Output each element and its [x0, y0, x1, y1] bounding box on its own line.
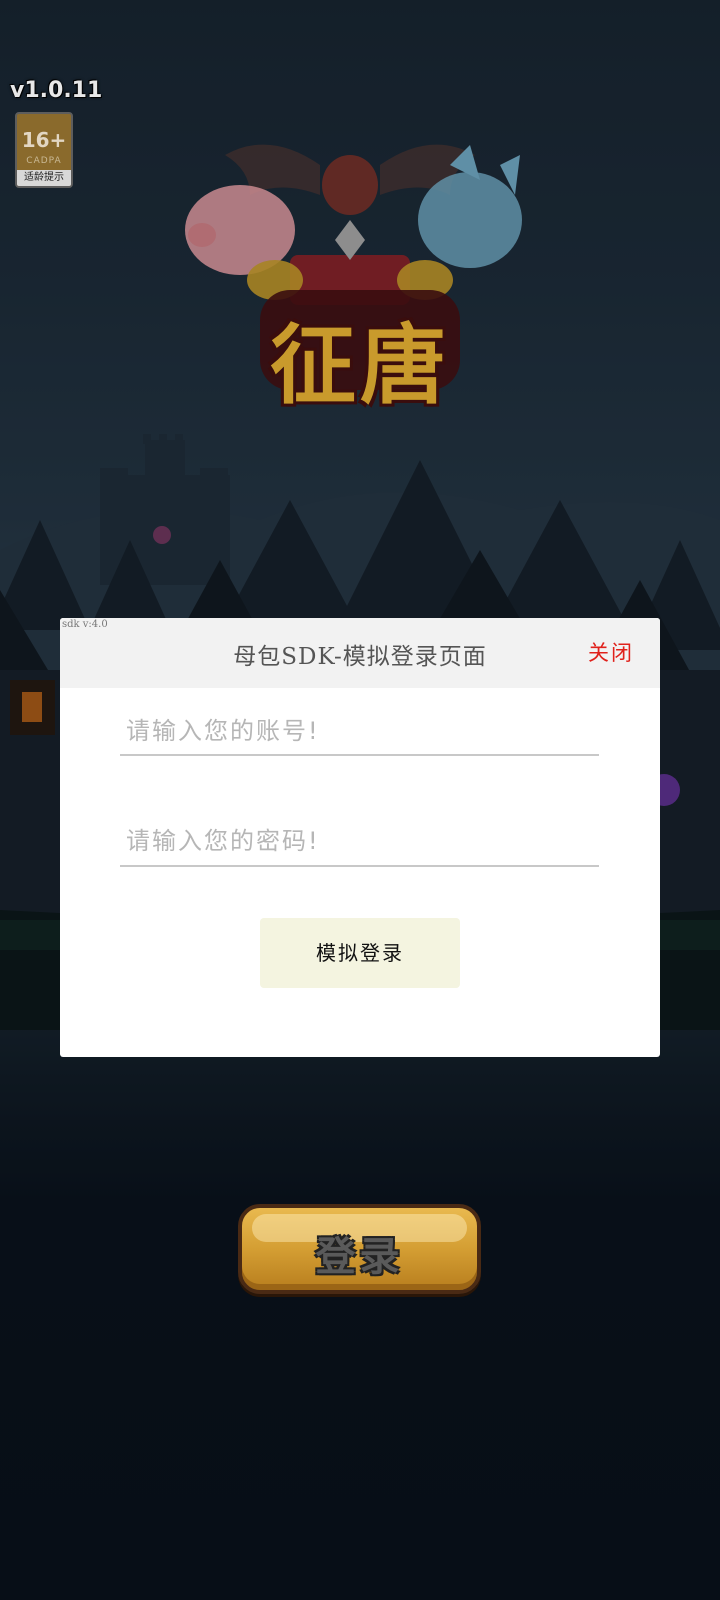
age-rating-number: 16+: [21, 128, 67, 152]
close-button[interactable]: 关闭: [588, 637, 634, 667]
game-logo: 征唐: [180, 125, 540, 416]
mock-login-button[interactable]: 模拟登录: [260, 918, 460, 988]
game-login-button-label: 登录: [315, 1234, 404, 1280]
sdk-version-label: sdk v:4.0: [62, 619, 108, 630]
game-login-screen: v1.0.11 16+ CADPA 适龄提示 征唐 sdk v:4.0 母包SD…: [0, 0, 720, 1600]
game-version-label: v1.0.11: [10, 78, 103, 103]
game-logo-title: 征唐: [270, 316, 450, 416]
age-rating-org: CADPA: [26, 156, 62, 166]
age-rating-badge[interactable]: 16+ CADPA 适龄提示: [15, 112, 73, 188]
game-login-button[interactable]: 登录: [238, 1204, 481, 1294]
sdk-login-dialog: sdk v:4.0 母包SDK-模拟登录页面 关闭 模拟登录: [60, 618, 660, 1057]
dialog-header: sdk v:4.0 母包SDK-模拟登录页面 关闭: [60, 618, 660, 688]
password-input[interactable]: [120, 817, 599, 867]
account-input[interactable]: [120, 708, 599, 756]
dialog-title: 母包SDK-模拟登录页面: [233, 644, 487, 670]
age-rating-tip: 适龄提示: [17, 170, 71, 186]
